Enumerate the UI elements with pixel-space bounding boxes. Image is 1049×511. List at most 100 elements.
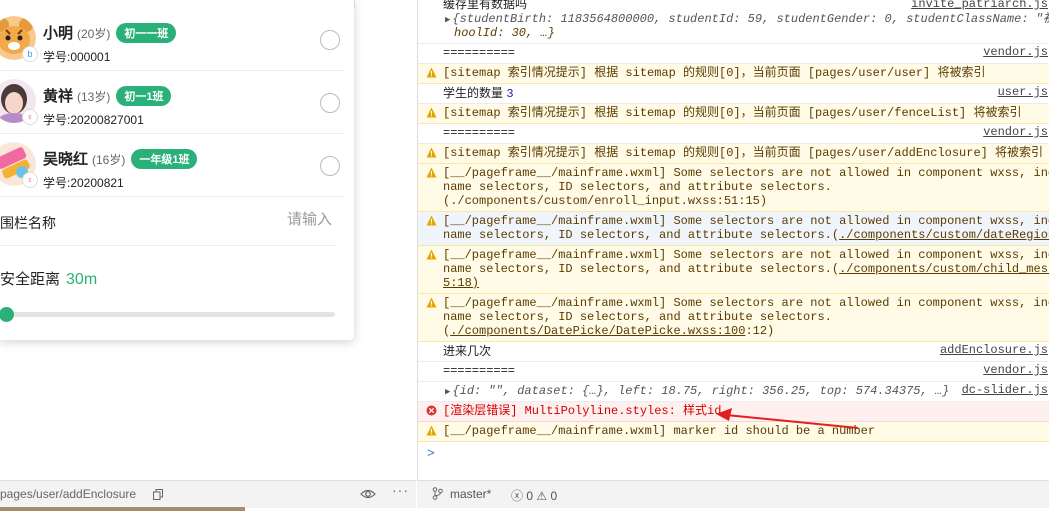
console-warning-line: [__/pageframe__/mainframe.wxml] Some sel… — [418, 212, 1049, 246]
console-log-line: ========== vendor.js — [418, 44, 1049, 64]
warning-message: (./components/custom/enroll_input.wxss:5… — [443, 194, 768, 208]
source-link[interactable]: user.js — [994, 85, 1048, 99]
warning-message: name selectors, ID selectors, and attrib… — [443, 180, 832, 194]
warning-icon — [426, 67, 437, 78]
select-radio[interactable] — [320, 93, 340, 113]
warning-message: [__/pageframe__/mainframe.wxml] Some sel… — [443, 296, 1049, 310]
class-tag: 一年级1班 — [131, 149, 198, 169]
more-icon[interactable]: ··· — [392, 482, 409, 498]
warning-message: [__/pageframe__/mainframe.wxml] Some sel… — [443, 214, 1049, 228]
warning-message: [__/pageframe__/mainframe.wxml] Some sel… — [443, 248, 1049, 262]
female-icon: ♀ — [22, 109, 38, 125]
student-id: 学号:20200827001 — [43, 113, 144, 127]
warning-icon — [426, 167, 437, 178]
warning-message: name selectors, ID selectors, and attrib… — [443, 310, 832, 324]
student-age: (16岁) — [92, 153, 126, 167]
separator-text: ========== — [443, 126, 516, 140]
warning-message: [__/pageframe__/mainframe.wxml] Some sel… — [443, 166, 1049, 180]
fence-name-label: 围栏名称 — [0, 215, 56, 231]
copy-icon[interactable] — [153, 489, 163, 500]
source-link[interactable]: addEnclosure.js — [936, 343, 1048, 357]
student-age: (13岁) — [77, 90, 111, 104]
student-age: (20岁) — [77, 27, 111, 41]
distance-slider-handle[interactable] — [0, 307, 14, 322]
console-warning-line: [sitemap 索引情况提示] 根据 sitemap 的规则[0]，当前页面 … — [418, 144, 1049, 164]
warning-message: :12) — [745, 324, 775, 338]
source-link[interactable]: ./components/custom/child_message.wxs — [839, 262, 1049, 276]
class-tag: 初一一班 — [116, 23, 177, 43]
error-icon — [426, 405, 437, 416]
student-row[interactable]: ♀ 吴晓红 (16岁) 一年级1班 学号:20200821 — [0, 134, 344, 197]
warning-message: [sitemap 索引情况提示] 根据 sitemap 的规则[0]，当前页面 … — [443, 146, 1044, 160]
console-warning-line: [__/pageframe__/mainframe.wxml] Some sel… — [418, 294, 1049, 342]
error-count-icon: ⓧ — [511, 489, 527, 503]
console-warning-line: [__/pageframe__/mainframe.wxml] Some sel… — [418, 246, 1049, 294]
object-preview[interactable]: {studentBirth: 1183564800000, studentId:… — [452, 12, 1049, 26]
branch-name[interactable]: master* — [450, 487, 491, 501]
background-image-strip — [0, 507, 245, 511]
warning-icon — [426, 425, 437, 436]
console-message: 学生的数量 — [443, 86, 504, 100]
source-link[interactable]: 5:18) — [443, 276, 479, 290]
student-name: 黄祥 — [43, 88, 74, 105]
console-log-line: ▶ {id: "", dataset: {…}, left: 18.75, rig… — [418, 382, 1049, 402]
warning-count-icon: ⚠ — [533, 489, 551, 503]
distance-slider-track[interactable] — [6, 312, 335, 317]
console-log-line: 学生的数量 3 user.js — [418, 84, 1049, 104]
source-link[interactable]: ./components/DatePicke/DatePicke.wxss:10… — [450, 324, 745, 338]
female-icon: ♀ — [22, 172, 38, 188]
object-preview-continued: hoolId: 30, …} — [454, 26, 555, 40]
console-log-line: 缓存里有数据吗 invite_patriarch.js ▶ {studentBir… — [418, 0, 1049, 44]
git-branch-icon — [432, 487, 443, 500]
fence-name-row: 围栏名称 — [0, 197, 336, 246]
console-log-line: ========== vendor.js — [418, 124, 1049, 144]
console-warning-line: [sitemap 索引情况提示] 根据 sitemap 的规则[0]，当前页面 … — [418, 64, 1049, 84]
enclosure-form-card: b 小明 (20岁) 初一一班 学号:000001 ♀ 黄祥 (13岁) 初一1班 学号… — [0, 0, 354, 340]
warning-icon — [426, 215, 437, 226]
badge-icon: b — [22, 46, 38, 62]
warning-message: name selectors, ID selectors, and attrib… — [443, 228, 840, 242]
warning-message: [sitemap 索引情况提示] 根据 sitemap 的规则[0]，当前页面 … — [443, 66, 986, 80]
student-row[interactable]: b 小明 (20岁) 初一一班 学号:000001 — [0, 8, 344, 71]
warning-message: name selectors, ID selectors, and attrib… — [443, 262, 840, 276]
fence-name-input[interactable] — [210, 210, 334, 229]
annotation-arrow — [716, 408, 859, 429]
safe-distance-label: 安全距离 — [0, 271, 61, 288]
source-link[interactable]: vendor.js — [979, 363, 1048, 377]
page-path: pages/user/addEnclosure — [0, 487, 137, 501]
console-warning-line: [sitemap 索引情况提示] 根据 sitemap 的规则[0]，当前页面 … — [418, 104, 1049, 124]
student-id: 学号:000001 — [43, 50, 111, 64]
warning-icon — [426, 297, 437, 308]
simulator-panel: b 小明 (20岁) 初一一班 学号:000001 ♀ 黄祥 (13岁) 初一1班 学号… — [0, 0, 416, 480]
source-link[interactable]: vendor.js — [979, 125, 1048, 139]
source-link[interactable]: invite_patriarch.js — [907, 0, 1048, 11]
warning-count: 0 — [550, 489, 558, 503]
separator-text: ========== — [443, 46, 516, 60]
source-link[interactable]: ./components/custom/dateRegion.wxss:2 — [839, 228, 1049, 242]
object-preview[interactable]: {id: "", dataset: {…}, left: 18.75, righ… — [452, 384, 949, 398]
console-number: 3 — [506, 87, 514, 101]
expand-triangle-icon[interactable]: ▶ — [445, 15, 450, 25]
source-link[interactable]: dc-slider.js — [958, 383, 1048, 397]
console-log-line: ========== vendor.js — [418, 362, 1049, 382]
warning-icon — [426, 107, 437, 118]
expand-triangle-icon[interactable]: ▶ — [445, 387, 450, 397]
source-link[interactable]: vendor.js — [979, 45, 1048, 59]
console-prompt[interactable]: > — [427, 446, 435, 461]
warning-message: [sitemap 索引情况提示] 根据 sitemap 的规则[0]，当前页面 … — [443, 106, 1022, 120]
student-name: 小明 — [43, 25, 74, 42]
simulator-status-bar: pages/user/addEnclosure ··· — [0, 480, 416, 508]
console-warning-line: [__/pageframe__/mainframe.wxml] Some sel… — [418, 164, 1049, 212]
safe-distance-value: 30m — [66, 271, 98, 288]
student-name: 吴晓红 — [43, 151, 89, 168]
class-tag: 初一1班 — [116, 86, 172, 106]
eye-icon[interactable] — [360, 488, 376, 500]
student-row[interactable]: ♀ 黄祥 (13岁) 初一1班 学号:20200827001 — [0, 71, 344, 134]
separator-text: ========== — [443, 364, 516, 378]
student-id: 学号:20200821 — [43, 176, 124, 190]
devtools-status-bar: master* ⓧ 0 ⚠ 0 — [417, 480, 1049, 508]
warning-icon — [426, 147, 437, 158]
select-radio[interactable] — [320, 30, 340, 50]
warning-icon — [426, 249, 437, 260]
select-radio[interactable] — [320, 156, 340, 176]
